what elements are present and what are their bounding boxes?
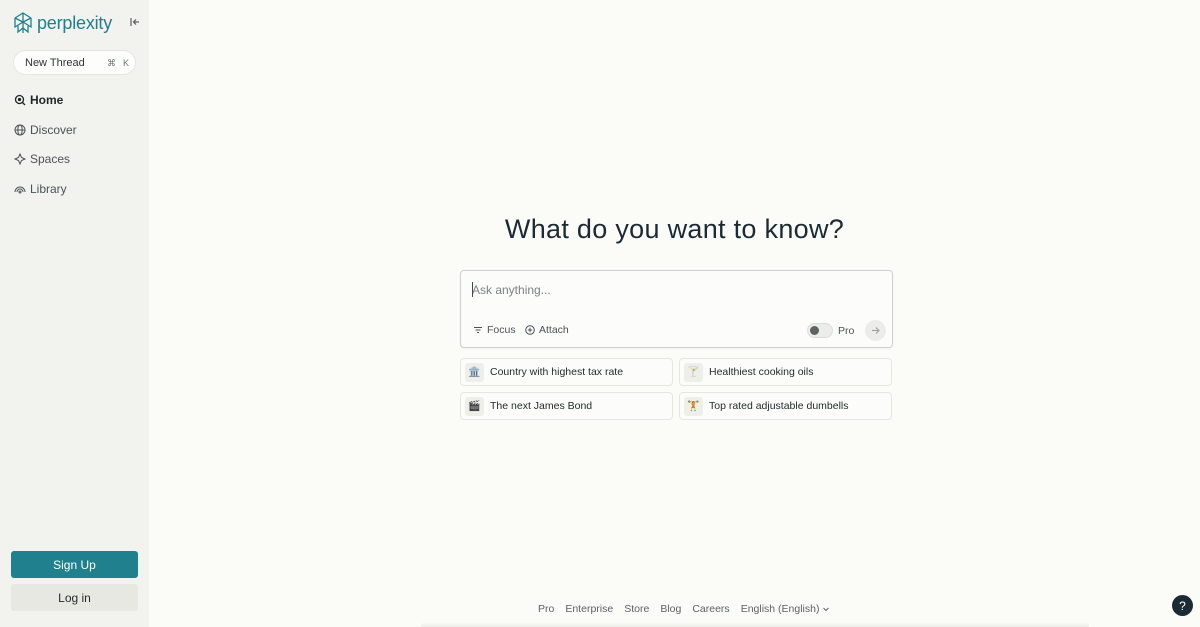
log-in-button[interactable]: Log in	[11, 584, 138, 611]
footer-link-pro[interactable]: Pro	[538, 603, 554, 615]
plus-circle-icon	[525, 325, 535, 335]
focus-button[interactable]: Focus	[473, 324, 516, 336]
text-caret	[472, 282, 473, 297]
focus-label: Focus	[487, 324, 516, 336]
app-window: perplexity New Thread ⌘ K Home Discover …	[0, 0, 1200, 627]
sidebar-item-label: Home	[30, 93, 64, 107]
suggestion-label: The next James Bond	[490, 400, 593, 412]
suggestion-label: Country with highest tax rate	[490, 366, 624, 378]
page-title: What do you want to know?	[504, 214, 845, 244]
language-label: English (English)	[740, 603, 820, 615]
brand-name: perplexity	[37, 12, 113, 33]
new-thread-label: New Thread	[25, 56, 85, 69]
logo[interactable]: perplexity	[13, 12, 112, 34]
cocktail-icon: 🍸	[684, 362, 703, 382]
suggestion-chip[interactable]: 🍸 Healthiest cooking oils	[679, 358, 892, 386]
weightlifter-icon: 🏋️	[684, 396, 703, 416]
footer-link-store[interactable]: Store	[624, 603, 649, 615]
pro-toggle[interactable]	[807, 323, 833, 338]
shortcut-key: K	[123, 58, 130, 68]
submit-button[interactable]	[865, 320, 886, 341]
ask-input[interactable]	[472, 283, 872, 297]
sidebar-item-library[interactable]: Library	[14, 179, 77, 199]
suggestion-chip[interactable]: 🎬 The next James Bond	[460, 392, 673, 420]
footer-link-careers[interactable]: Careers	[692, 603, 729, 615]
main-content: What do you want to know? Focus Atta	[149, 0, 1200, 627]
pro-label: Pro	[838, 325, 855, 337]
clapperboard-icon: 🎬	[465, 396, 484, 416]
sidebar: perplexity New Thread ⌘ K Home Discover …	[0, 0, 149, 627]
footer: Pro Enterprise Store Blog Careers Englis…	[538, 603, 830, 615]
attach-button[interactable]: Attach	[525, 324, 569, 336]
new-thread-button[interactable]: New Thread ⌘ K	[13, 50, 136, 75]
help-button[interactable]: ?	[1172, 595, 1193, 616]
footer-link-blog[interactable]: Blog	[660, 603, 681, 615]
suggestion-label: Top rated adjustable dumbells	[709, 400, 849, 412]
language-selector[interactable]: English (English)	[741, 603, 831, 615]
sidebar-item-label: Discover	[30, 122, 77, 137]
spaces-icon	[14, 153, 26, 166]
perplexity-logo-icon	[13, 12, 33, 34]
bottom-edge-shadow	[421, 622, 1089, 627]
home-search-icon	[14, 94, 26, 106]
collapse-sidebar-button[interactable]	[128, 15, 142, 29]
sidebar-item-spaces[interactable]: Spaces	[14, 149, 77, 169]
chevron-down-icon	[822, 605, 830, 613]
ask-box: Focus Attach Pro	[460, 270, 893, 348]
toggle-knob	[810, 326, 819, 335]
suggestion-label: Healthiest cooking oils	[709, 366, 814, 378]
shortcut-cmd: ⌘	[107, 58, 116, 68]
bank-icon: 🏛️	[465, 362, 484, 382]
globe-icon	[14, 124, 26, 136]
sign-up-button[interactable]: Sign Up	[11, 551, 138, 578]
filter-icon	[473, 325, 483, 335]
arrow-right-icon	[872, 327, 880, 334]
attach-label: Attach	[539, 324, 569, 336]
library-icon	[14, 183, 26, 195]
sidebar-item-discover[interactable]: Discover	[14, 120, 77, 140]
suggestion-chip[interactable]: 🏛️ Country with highest tax rate	[460, 358, 673, 386]
sidebar-item-label: Library	[30, 182, 67, 197]
suggestion-chip[interactable]: 🏋️ Top rated adjustable dumbells	[679, 392, 892, 420]
sidebar-item-label: Spaces	[30, 152, 71, 167]
collapse-icon	[130, 18, 139, 26]
sidebar-nav: Home Discover Spaces Library	[14, 90, 77, 209]
sidebar-item-home[interactable]: Home	[14, 90, 77, 110]
footer-link-enterprise[interactable]: Enterprise	[565, 603, 613, 615]
